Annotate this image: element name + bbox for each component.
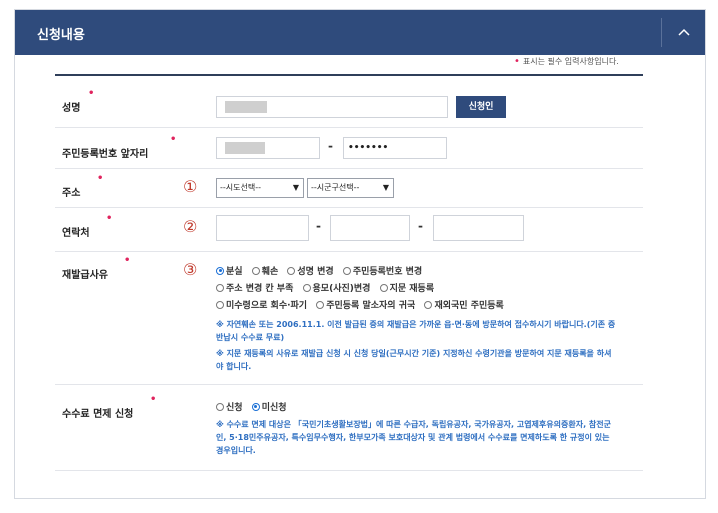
note-line: ※ 자연훼손 또는 2006.11.1. 이전 발급된 증의 재발급은 가까운 …	[216, 320, 616, 329]
required-dot: •	[106, 213, 113, 224]
chevron-down-icon: ▼	[382, 183, 389, 192]
required-dot: •	[124, 255, 131, 266]
reason-label: 재발급사유	[62, 270, 108, 281]
masked-name	[225, 101, 267, 113]
required-dot: •	[88, 88, 95, 99]
row-divider	[55, 251, 643, 252]
reason-options-row-1: 분실 훼손 성명 변경 주민등록번호 변경	[216, 264, 428, 278]
address-label: 주소	[62, 188, 81, 199]
reason-options-row-2: 주소 변경 칸 부족 용모(사진)변경 지문 재등록	[216, 281, 440, 295]
contact-label: 연락처	[62, 228, 90, 239]
row-divider	[55, 207, 643, 208]
name-label: 성명	[62, 103, 81, 114]
fee-radio-not-apply[interactable]: 미신청	[251, 400, 287, 413]
reason-radio-overseas[interactable]: 재외국민 주민등록	[424, 298, 504, 311]
fee-note: ※ 수수료 면제 대상은 「국민기초생활보장법」에 따른 수급자, 독립유공자,…	[216, 418, 648, 457]
marker-2: ②	[183, 217, 198, 236]
radio-icon	[424, 300, 433, 309]
chevron-up-svg	[678, 28, 690, 36]
reason-note-2: ※ 지문 재등록의 사유로 재발급 신청 시 신청 당일(근무시간 기준) 지정…	[216, 347, 648, 373]
marker-3: ③	[183, 260, 198, 279]
reason-radio-photo-change[interactable]: 용모(사진)변경	[302, 281, 371, 294]
radio-icon	[379, 283, 388, 292]
radio-label: 재외국민 주민등록	[434, 301, 504, 311]
radio-label: 성명 변경	[297, 267, 334, 277]
phone-part2-input[interactable]	[330, 215, 410, 241]
phone-part1-input[interactable]	[216, 215, 309, 241]
panel-header: 신청내용	[15, 10, 705, 55]
rrn-label: 주민등록번호 앞자리	[62, 149, 149, 160]
rrn-back-input[interactable]: •••••••	[343, 137, 447, 159]
panel-title: 신청내용	[37, 28, 85, 43]
fee-radio-apply[interactable]: 신청	[216, 400, 243, 413]
required-dot: •	[170, 134, 177, 145]
row-divider	[55, 470, 643, 471]
rrn-front-input[interactable]	[216, 137, 320, 159]
radio-selected-icon	[251, 402, 260, 411]
note-line: 야 합니다.	[216, 362, 252, 371]
radio-icon	[316, 300, 325, 309]
phone-part3-input[interactable]	[433, 215, 524, 241]
radio-label: 주민등록번호 변경	[352, 267, 423, 277]
reason-options-row-3: 미수령으로 회수·파기 주민등록 말소자의 귀국 재외국민 주민등록	[216, 298, 510, 312]
radio-label: 미수령으로 회수·파기	[226, 301, 308, 311]
sigungu-value: --시군구선택--	[311, 183, 360, 192]
sido-value: --시도선택--	[220, 183, 261, 192]
fee-label: 수수료 면제 신청	[62, 409, 134, 420]
chevron-down-icon: ▼	[292, 183, 299, 192]
note-line: 인, 5·18민주유공자, 특수임무수행자, 한부모가족 보호대상자 및 관계 …	[216, 433, 610, 442]
radio-label: 용모(사진)변경	[312, 284, 371, 294]
reason-note-1: ※ 자연훼손 또는 2006.11.1. 이전 발급된 증의 재발급은 가까운 …	[216, 318, 648, 344]
reason-radio-unclaimed[interactable]: 미수령으로 회수·파기	[216, 298, 307, 311]
applicant-button[interactable]: 신청인	[456, 96, 506, 118]
note-line: ※ 지문 재등록의 사유로 재발급 신청 시 신청 당일(근무시간 기준) 지정…	[216, 349, 612, 358]
radio-label: 훼손	[261, 267, 279, 277]
radio-label: 분실	[226, 267, 243, 277]
radio-icon	[342, 266, 351, 275]
radio-label: 신청	[226, 403, 243, 413]
phone-dash-1: -	[316, 219, 321, 233]
name-input[interactable]	[216, 96, 448, 118]
required-dot: •	[514, 56, 520, 67]
radio-icon	[302, 283, 311, 292]
table-top-rule	[55, 74, 643, 76]
radio-icon	[216, 402, 224, 411]
masked-rrn	[225, 142, 265, 154]
row-divider	[55, 384, 643, 385]
note-line: 반납시 수수료 무료)	[216, 333, 285, 342]
required-dot: •	[150, 394, 157, 405]
reason-radio-fingerprint[interactable]: 지문 재등록	[379, 281, 435, 294]
rrn-dash: -	[328, 139, 333, 153]
radio-selected-icon	[216, 266, 224, 275]
sido-select[interactable]: --시도선택-- ▼	[216, 178, 304, 198]
radio-icon	[216, 300, 224, 309]
radio-icon	[287, 266, 296, 275]
radio-icon	[251, 266, 260, 275]
radio-label: 주소 변경 칸 부족	[226, 284, 294, 294]
marker-1: ①	[183, 177, 198, 196]
radio-icon	[216, 283, 224, 292]
note-line: ※ 수수료 면제 대상은 「국민기초생활보장법」에 따른 수급자, 독립유공자,…	[216, 420, 611, 429]
radio-label: 미신청	[261, 403, 287, 413]
reason-radio-lost[interactable]: 분실	[216, 264, 243, 277]
sigungu-select[interactable]: --시군구선택-- ▼	[307, 178, 394, 198]
reason-radio-address-space[interactable]: 주소 변경 칸 부족	[216, 281, 293, 294]
radio-label: 지문 재등록	[389, 284, 435, 294]
row-divider	[55, 168, 643, 169]
row-divider	[55, 127, 643, 128]
chevron-up-icon[interactable]	[671, 20, 697, 46]
required-note: • 표시는 필수 입력사항입니다.	[514, 56, 619, 67]
required-dot: •	[97, 173, 104, 184]
required-note-text: 표시는 필수 입력사항입니다.	[522, 57, 619, 66]
reason-radio-return[interactable]: 주민등록 말소자의 귀국	[316, 298, 415, 311]
fee-options: 신청 미신청	[216, 400, 293, 414]
reason-radio-name-change[interactable]: 성명 변경	[287, 264, 334, 277]
phone-dash-2: -	[418, 219, 423, 233]
reason-radio-damaged[interactable]: 훼손	[251, 264, 279, 277]
radio-label: 주민등록 말소자의 귀국	[326, 301, 416, 311]
note-line: 경우입니다.	[216, 446, 256, 455]
header-divider	[661, 18, 662, 47]
reason-radio-rrn-change[interactable]: 주민등록번호 변경	[342, 264, 423, 277]
